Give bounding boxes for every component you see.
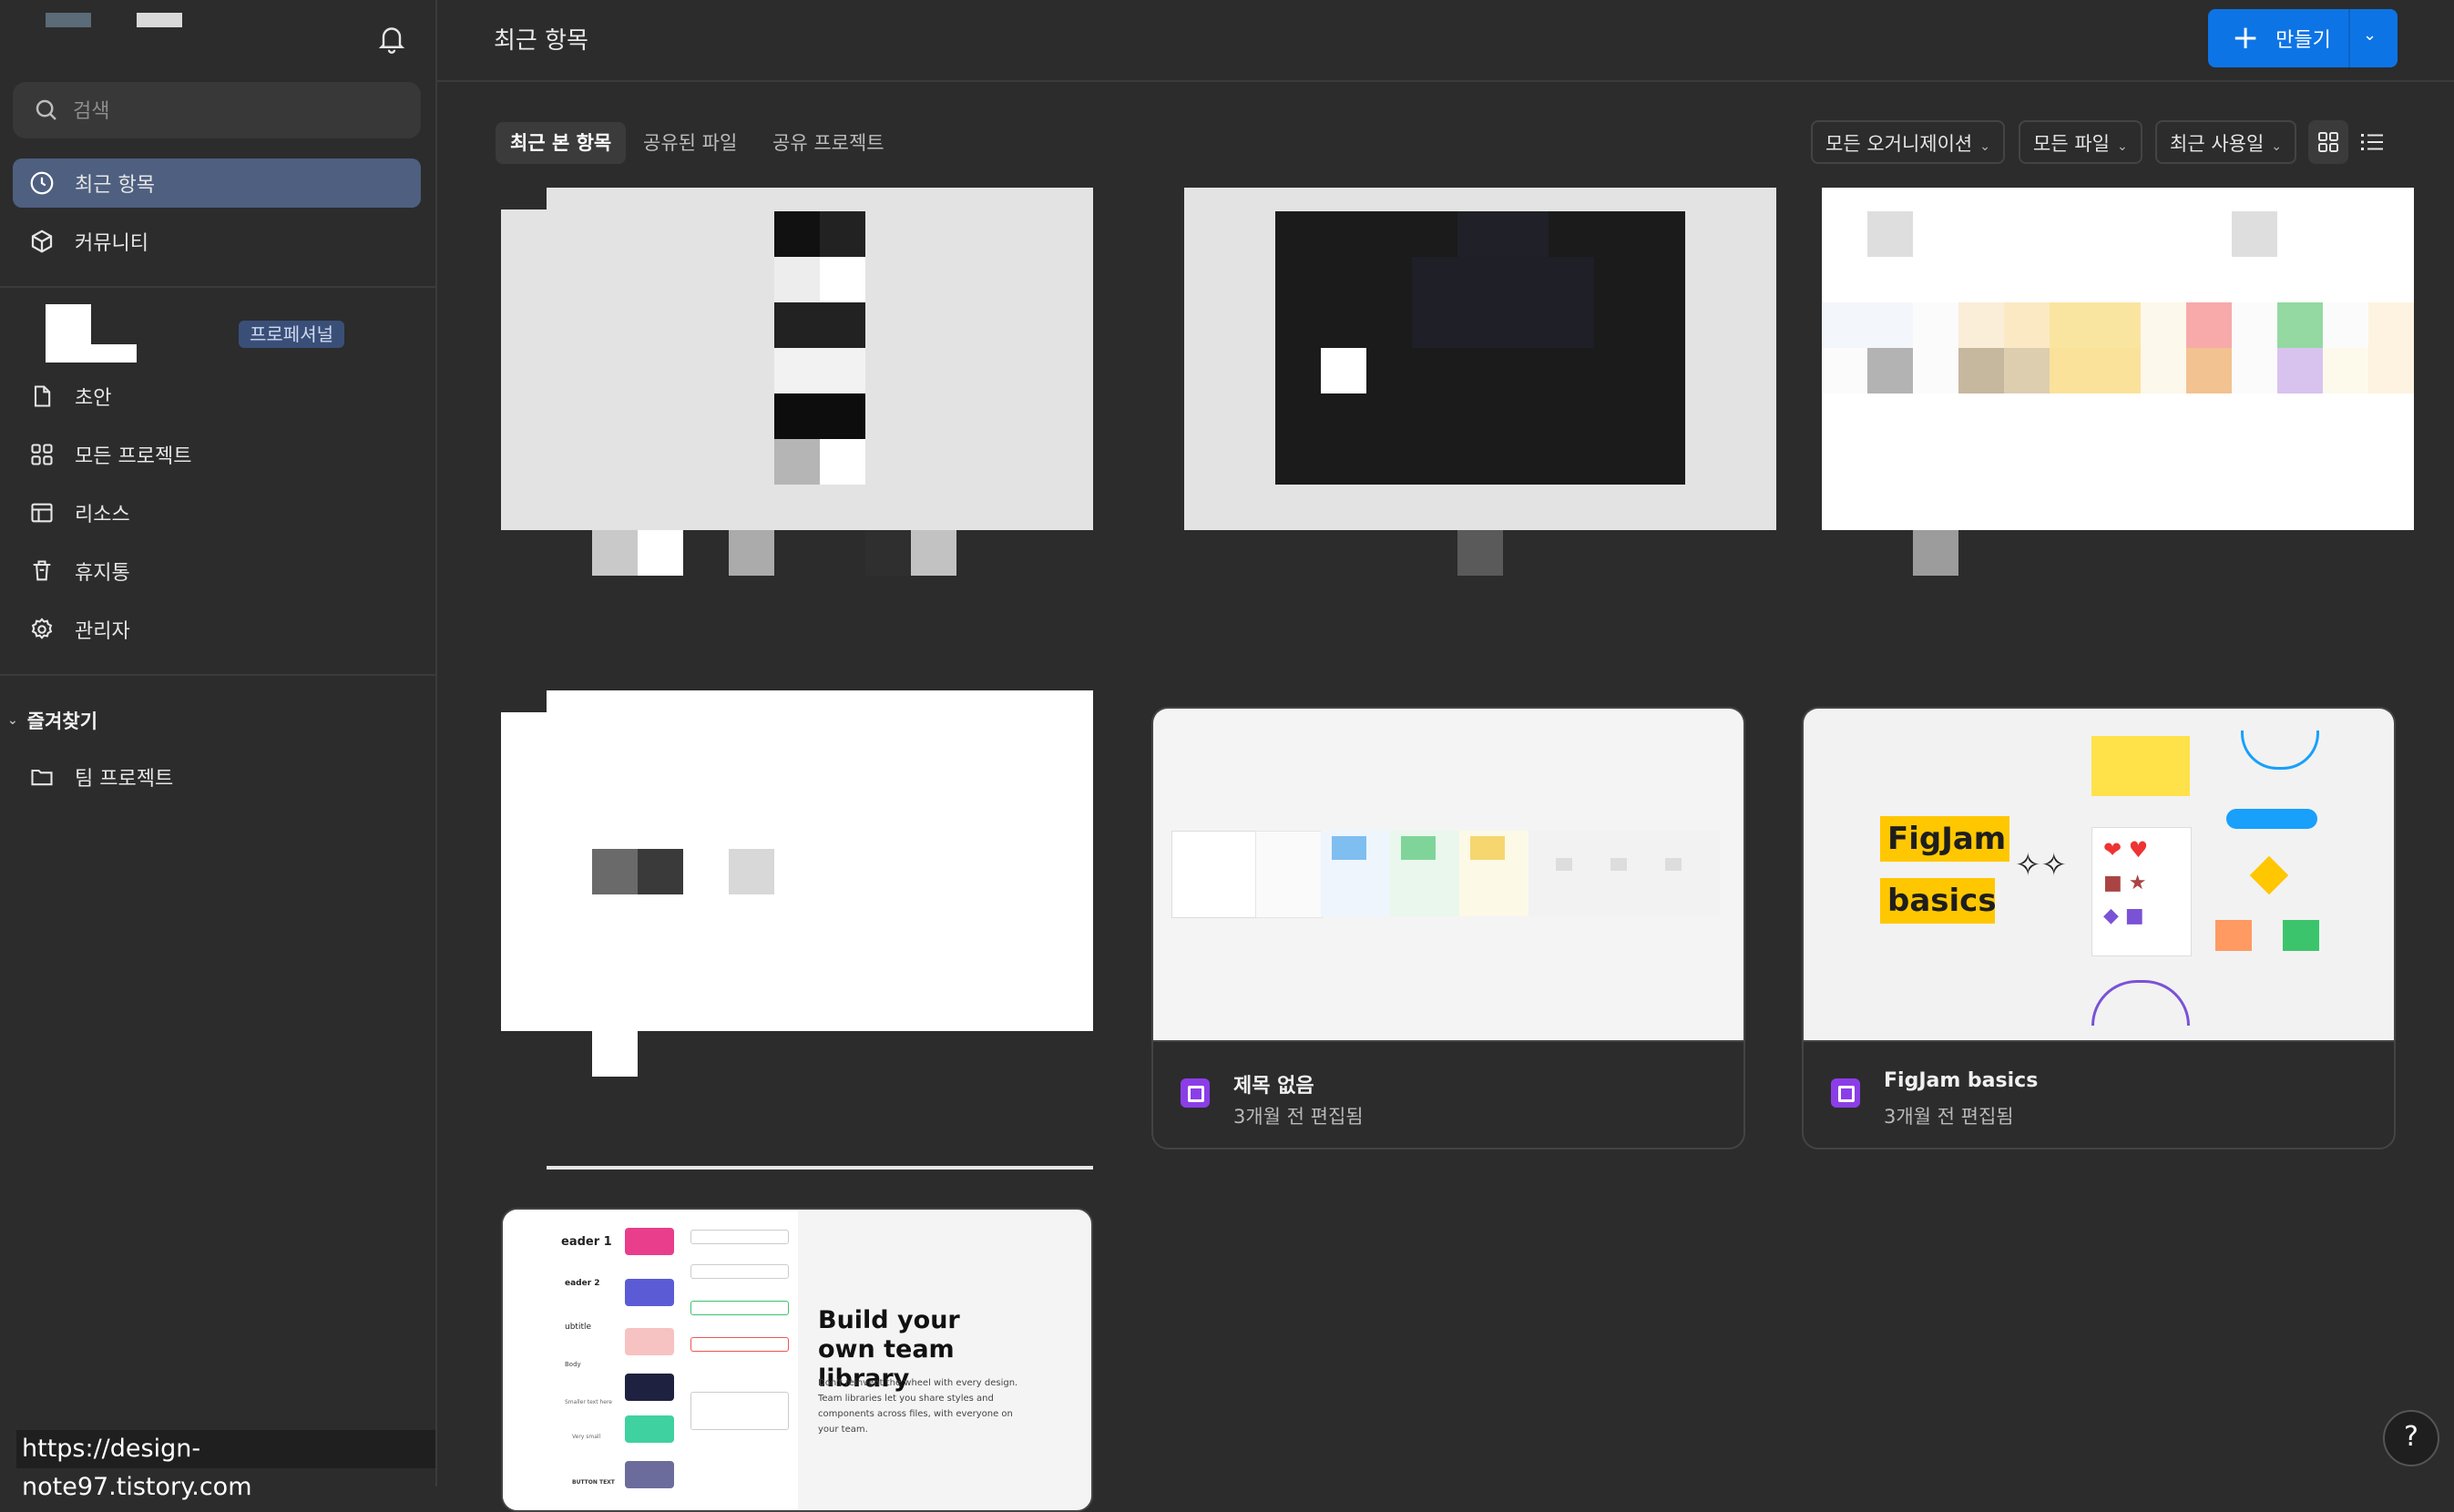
file-card-untitled[interactable]: 제목 없음 3개월 전 편집됨 (1151, 707, 1745, 1149)
nav-resources[interactable]: 리소스 (13, 488, 421, 537)
button-separator (2348, 9, 2350, 67)
file-thumbnail-dark[interactable] (1184, 188, 1776, 576)
search-icon (33, 97, 60, 124)
sticker-sheet: ❤ ♥ ■ ★ ◆ ■ (2091, 827, 2192, 956)
sort-filter-value: 최근 사용일 (2170, 133, 2265, 155)
file-preview (1153, 709, 1743, 1040)
purple-arc (2091, 980, 2190, 1026)
file-edited-time: 3개월 전 편집됨 (1233, 1106, 1364, 1128)
file-thumbnail-pixelated[interactable] (501, 188, 1093, 576)
workspace-logo[interactable] (46, 13, 91, 27)
cursor-ring (2241, 730, 2319, 770)
file-icon (27, 382, 56, 411)
sidebar: 최근 항목 커뮤니티 프로페셔널 초안 모든 프로젝트 리소스 휴지통 (0, 0, 437, 1501)
list-view-icon (2361, 134, 2383, 150)
favorite-team-project[interactable]: 팀 프로젝트 (13, 752, 421, 802)
shape-green (2283, 920, 2319, 951)
type-sample-label: Smaller text here (565, 1399, 612, 1405)
community-icon (27, 227, 56, 256)
favorites-header[interactable]: ⌄ 즐겨찾기 (7, 707, 97, 734)
nav-resources-label: 리소스 (75, 504, 130, 526)
type-sample-label: eader 1 (561, 1235, 612, 1249)
nav-community[interactable]: 커뮤니티 (13, 217, 421, 266)
bell-icon[interactable] (375, 22, 408, 55)
grid-view-icon (2318, 132, 2338, 152)
help-button[interactable]: ? (2383, 1410, 2439, 1466)
page-title: 최근 항목 (494, 27, 588, 55)
tab-shared-files[interactable]: 공유된 파일 (629, 122, 752, 164)
figjam-file-icon (1181, 1078, 1210, 1108)
file-type-filter-value: 모든 파일 (2033, 133, 2110, 155)
file-card-team-library[interactable]: eader 1 eader 2 ubtitle Body Smaller tex… (501, 1208, 1093, 1512)
folder-icon (27, 762, 56, 792)
watermark-url: https://design-note97.tistory.com (16, 1430, 435, 1501)
sort-filter[interactable]: 최근 사용일 ⌄ (2155, 120, 2297, 164)
file-meta: FigJam basics 3개월 전 편집됨 (1804, 1040, 2394, 1148)
search-box[interactable] (13, 82, 421, 138)
organization-filter-value: 모든 오거니제이션 (1825, 133, 1973, 155)
search-input[interactable] (71, 91, 403, 131)
nav-recent[interactable]: 최근 항목 (13, 158, 421, 208)
nav-community-label: 커뮤니티 (75, 232, 148, 255)
preview-title-line-2: basics (1880, 878, 1997, 924)
file-thumbnail-white[interactable] (501, 690, 1093, 1173)
file-name: FigJam basics (1884, 1069, 2039, 1092)
tab-shared-projects[interactable]: 공유 프로젝트 (758, 122, 899, 164)
library-description: Don't reinvent the wheel with every desi… (818, 1378, 1018, 1435)
file-thumbnail-palette[interactable] (1822, 188, 2414, 576)
nav-drafts[interactable]: 초안 (13, 372, 421, 421)
file-name: 제목 없음 (1233, 1075, 1314, 1098)
file-preview: FigJam basics ✧✧ ❤ ♥ ■ ★ ◆ ■ (1804, 709, 2394, 1040)
plus-icon: + (2232, 19, 2260, 56)
nav-all-projects-label: 모든 프로젝트 (75, 445, 192, 468)
preview-title-line-1: FigJam (1880, 816, 2009, 862)
file-edited-time: 3개월 전 편집됨 (1884, 1106, 2014, 1128)
team-avatar[interactable] (46, 304, 137, 363)
grid-icon (27, 440, 56, 469)
chevron-down-icon: ⌄ (2116, 139, 2128, 154)
chevron-down-icon: ⌄ (2271, 139, 2283, 154)
organization-filter[interactable]: 모든 오거니제이션 ⌄ (1811, 120, 2005, 164)
chevron-down-icon: ⌄ (7, 713, 18, 728)
nav-trash-label: 휴지통 (75, 562, 130, 585)
file-type-filter[interactable]: 모든 파일 ⌄ (2019, 120, 2142, 164)
diamond-shape (2249, 855, 2289, 895)
type-sample-label: eader 2 (565, 1279, 600, 1288)
create-label: 만들기 (2275, 29, 2331, 52)
trash-icon (27, 557, 56, 586)
figjam-file-icon (1831, 1078, 1860, 1108)
file-meta: 제목 없음 3개월 전 편집됨 (1153, 1040, 1743, 1148)
gear-icon (27, 615, 56, 644)
tab-recently-viewed[interactable]: 최근 본 항목 (496, 122, 627, 164)
grid-view-toggle[interactable] (2308, 120, 2348, 164)
nav-trash[interactable]: 휴지통 (13, 547, 421, 596)
clock-icon (27, 169, 56, 198)
nav-recent-label: 최근 항목 (75, 174, 155, 197)
chevron-down-icon[interactable]: ⌄ (2363, 26, 2377, 45)
favorite-label: 팀 프로젝트 (75, 768, 174, 791)
sparkle-icon: ✧✧ (2015, 847, 2067, 884)
type-sample-label: Body (565, 1361, 581, 1368)
nav-drafts-label: 초안 (75, 387, 112, 410)
plan-badge: 프로페셔널 (239, 321, 344, 348)
sidebar-divider (0, 286, 435, 288)
type-sample-label: ubtitle (565, 1323, 592, 1332)
nav-admin-label: 관리자 (75, 620, 130, 643)
top-bar: 최근 항목 + 만들기 ⌄ (437, 0, 2454, 82)
nav-admin[interactable]: 관리자 (13, 605, 421, 654)
create-button[interactable]: + 만들기 ⌄ (2208, 9, 2398, 67)
nav-all-projects[interactable]: 모든 프로젝트 (13, 430, 421, 479)
file-card-figjam-basics[interactable]: FigJam basics ✧✧ ❤ ♥ ■ ★ ◆ ■ FigJam basi… (1802, 707, 2396, 1149)
shape-orange (2215, 920, 2252, 951)
library-icon (27, 498, 56, 527)
chat-bubble (2226, 809, 2317, 829)
user-name-placeholder[interactable] (137, 13, 182, 27)
chevron-down-icon: ⌄ (1979, 139, 1990, 154)
sidebar-divider (0, 674, 435, 676)
list-view-toggle[interactable] (2352, 120, 2392, 164)
type-sample-label: Very small (572, 1434, 601, 1440)
type-sample-label: BUTTON TEXT (572, 1479, 615, 1486)
sticky-note (2091, 736, 2190, 796)
favorites-label: 즐겨찾기 (26, 710, 98, 732)
